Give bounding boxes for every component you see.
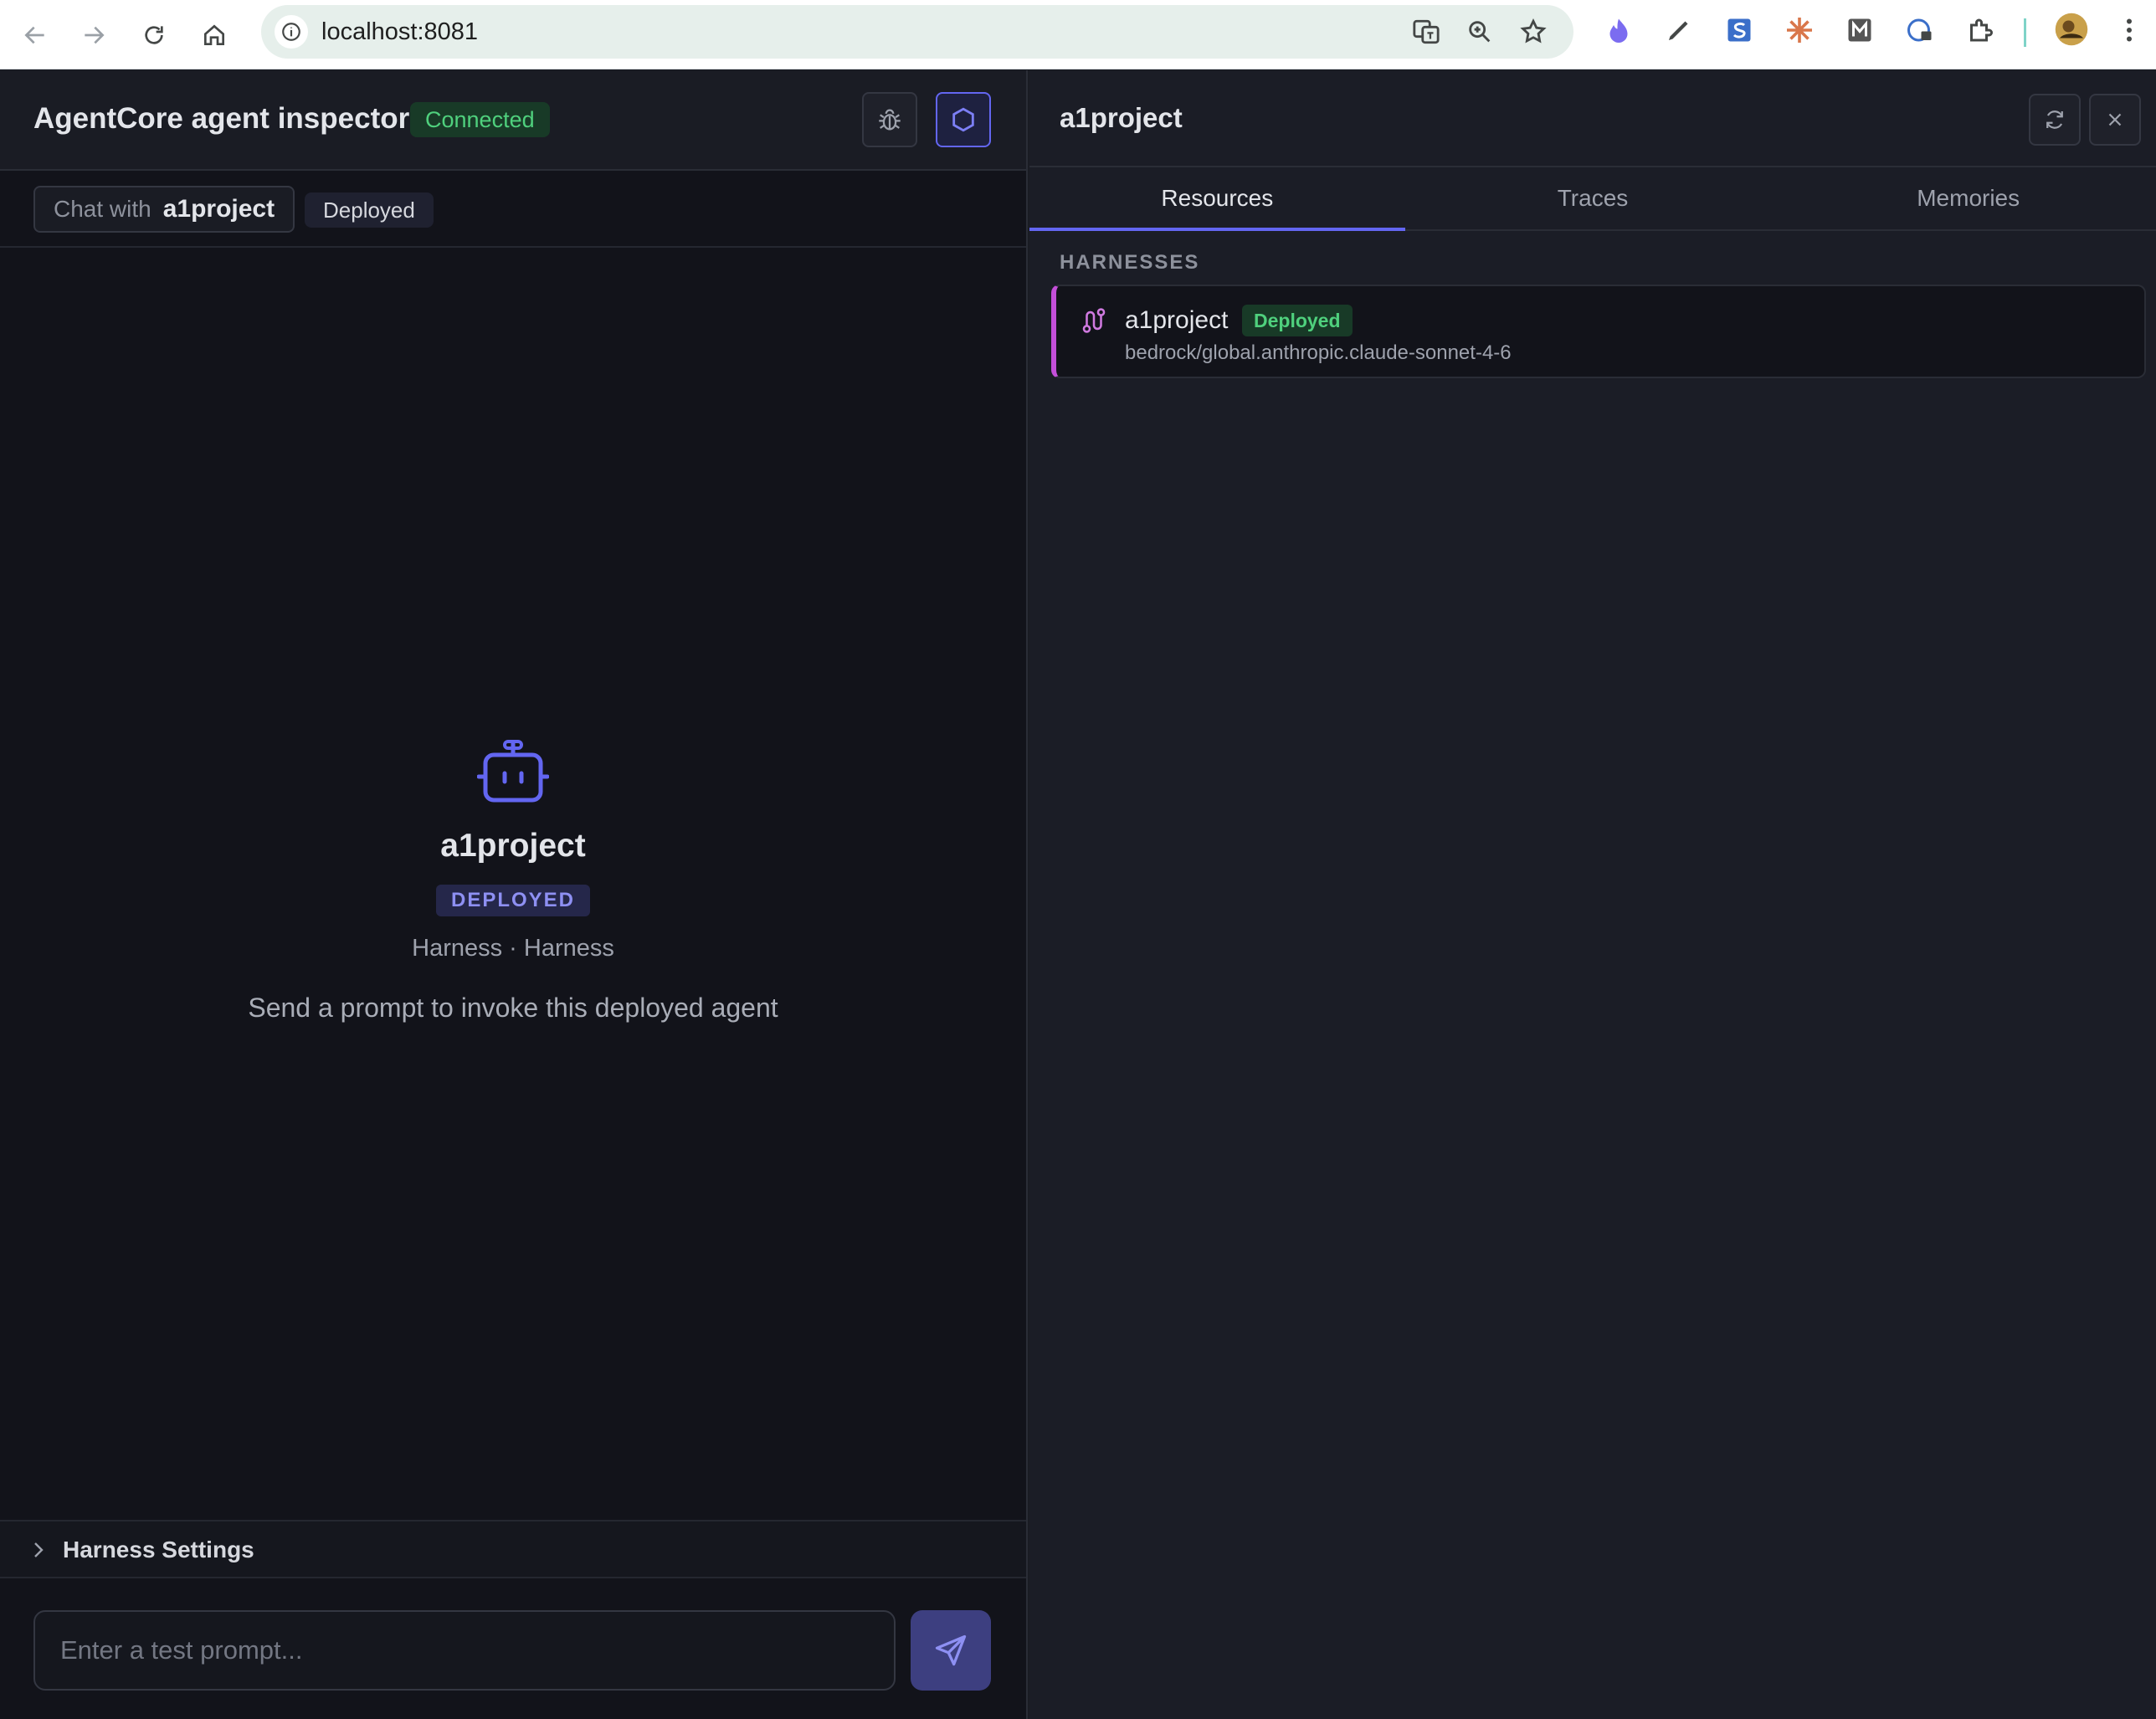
app-title: AgentCore agent inspector bbox=[33, 102, 410, 135]
chat-with-label: Chat with bbox=[54, 196, 151, 222]
close-icon bbox=[2108, 113, 2122, 126]
reload-icon bbox=[145, 26, 163, 44]
chat-empty-state: a1project DEPLOYED Harness · Harness Sen… bbox=[0, 740, 1026, 1024]
translate-icon[interactable] bbox=[1411, 17, 1441, 47]
extension-m-icon[interactable] bbox=[1843, 13, 1876, 47]
tab-memories[interactable]: Memories bbox=[1780, 167, 2156, 229]
browser-toolbar: localhost:8081 bbox=[0, 0, 2156, 69]
agent-name-heading: a1project bbox=[440, 828, 586, 864]
chevron-right-icon bbox=[34, 1542, 44, 1557]
harness-settings-label: Harness Settings bbox=[63, 1537, 254, 1562]
close-panel-button[interactable] bbox=[2089, 94, 2141, 146]
chat-agent-name: a1project bbox=[162, 195, 275, 223]
back-arrow-icon bbox=[24, 26, 44, 44]
deployment-status-pill: Deployed bbox=[305, 192, 434, 228]
send-button[interactable] bbox=[911, 1610, 991, 1691]
harness-name: a1project bbox=[1125, 306, 1229, 334]
send-icon bbox=[935, 1634, 967, 1666]
app-header: AgentCore agent inspector Connected bbox=[0, 70, 1026, 171]
chat-subheader: Chat with a1project Deployed bbox=[0, 172, 1026, 248]
empty-state-hint: Send a prompt to invoke this deployed ag… bbox=[248, 993, 778, 1023]
harness-route-icon bbox=[1082, 308, 1106, 333]
harness-card[interactable]: a1project Deployed bedrock/global.anthro… bbox=[1051, 285, 2146, 378]
prompt-input[interactable] bbox=[33, 1610, 896, 1691]
resources-tabs: Resources Traces Memories bbox=[1029, 167, 2156, 231]
extension-s-icon[interactable] bbox=[1722, 13, 1756, 47]
resources-panel: a1project Resources Traces Memories HARN… bbox=[1029, 70, 2156, 1719]
extension-pen-icon[interactable] bbox=[1662, 13, 1696, 47]
address-bar[interactable]: localhost:8081 bbox=[261, 5, 1573, 59]
harness-model-id: bedrock/global.anthropic.claude-sonnet-4… bbox=[1125, 341, 1512, 364]
refresh-button[interactable] bbox=[2029, 94, 2081, 146]
toolbar-divider bbox=[2024, 18, 2026, 47]
hexagon-icon bbox=[952, 107, 974, 132]
tab-resources[interactable]: Resources bbox=[1029, 167, 1405, 231]
site-info-icon[interactable] bbox=[275, 15, 308, 49]
bookmark-star-icon[interactable] bbox=[1518, 17, 1548, 47]
extension-flame-icon[interactable] bbox=[1602, 13, 1635, 47]
home-icon bbox=[204, 24, 224, 45]
reload-button[interactable] bbox=[131, 12, 177, 59]
browser-menu-icon[interactable] bbox=[2112, 13, 2146, 47]
forward-arrow-icon bbox=[85, 26, 105, 44]
resources-header: a1project bbox=[1029, 70, 2156, 167]
bug-icon bbox=[879, 109, 901, 131]
forward-button[interactable] bbox=[70, 12, 117, 59]
extensions-puzzle-icon[interactable] bbox=[1964, 13, 1997, 47]
home-button[interactable] bbox=[191, 12, 238, 59]
connection-status-badge: Connected bbox=[410, 102, 550, 137]
bot-icon bbox=[476, 740, 550, 803]
harness-settings-toggle[interactable]: Harness Settings bbox=[0, 1520, 1026, 1578]
url-text: localhost:8081 bbox=[321, 18, 479, 45]
resources-panel-toggle[interactable] bbox=[936, 92, 991, 147]
extension-lock-icon[interactable] bbox=[1903, 13, 1937, 47]
agent-type-meta: Harness · Harness bbox=[412, 935, 614, 962]
zoom-icon[interactable] bbox=[1465, 17, 1495, 47]
tab-traces[interactable]: Traces bbox=[1405, 167, 1781, 229]
debug-button[interactable] bbox=[862, 92, 917, 147]
back-button[interactable] bbox=[12, 12, 59, 59]
harnesses-section-label: HARNESSES bbox=[1060, 251, 1200, 274]
profile-avatar[interactable] bbox=[2054, 12, 2089, 47]
chat-target-selector[interactable]: Chat with a1project bbox=[33, 186, 295, 233]
harness-status-badge: Deployed bbox=[1242, 305, 1353, 336]
deployed-tag: DEPLOYED bbox=[435, 885, 591, 916]
resources-panel-title: a1project bbox=[1060, 102, 1183, 133]
refresh-icon bbox=[2046, 110, 2063, 129]
extension-sparkle-icon[interactable] bbox=[1783, 13, 1816, 47]
chat-panel: AgentCore agent inspector Connected Chat… bbox=[0, 70, 1028, 1719]
